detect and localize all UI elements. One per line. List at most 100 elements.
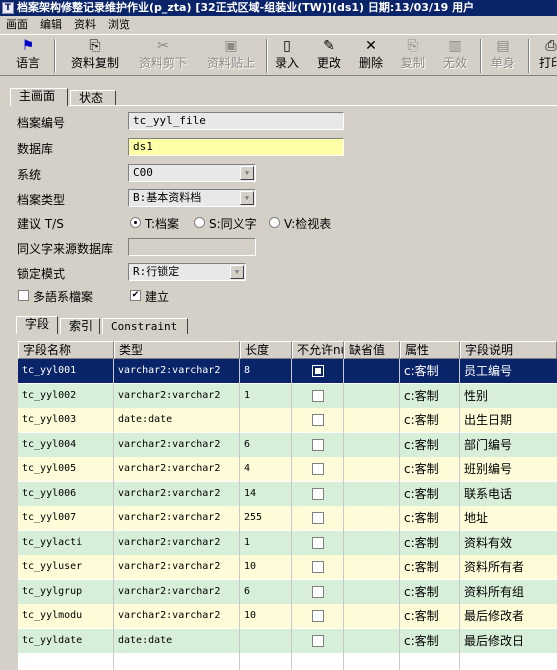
copy-data-button[interactable]: ⎘ 资料复制 (62, 37, 128, 75)
establish-checkbox[interactable]: ✔ (130, 290, 141, 301)
not-null-checkbox[interactable] (312, 536, 324, 549)
radio-synonym[interactable] (194, 217, 205, 228)
cell-description: 员工编号 (464, 364, 513, 378)
cell-type: varchar2:varchar2 (118, 438, 221, 450)
detail-icon: ▤ (496, 38, 510, 54)
menu-browse[interactable]: 浏览 (102, 16, 136, 33)
modify-button[interactable]: ✎ 更改 (312, 37, 346, 75)
radio-view-label: V:检视表 (284, 217, 332, 231)
copy-icon: ⎘ (407, 38, 419, 54)
toolbar-separator (54, 39, 56, 73)
system-label: 系统 (17, 168, 42, 182)
chevron-down-icon[interactable]: ▼ (240, 191, 254, 205)
cell-field-name: tc_yyl004 (22, 438, 77, 450)
not-null-checkbox[interactable] (312, 610, 324, 622)
table-row[interactable]: tc_yyl003 date:date c:客制 出生日期 (18, 408, 557, 432)
paste-data-button[interactable]: ▣ 资料贴上 (198, 37, 264, 75)
cell-attribute: c:客制 (404, 437, 439, 452)
grid-column-divider (343, 359, 344, 670)
radio-view[interactable] (269, 217, 280, 228)
cell-type: varchar2:varchar2 (118, 512, 221, 523)
cut-data-button[interactable]: ✂ 资料剪下 (130, 37, 196, 75)
menu-screen[interactable]: 画面 (0, 16, 34, 33)
file-no-field[interactable]: tc_yyl_file (128, 112, 344, 130)
tab-constraint[interactable]: Constraint (102, 318, 188, 334)
column-header-field-name[interactable]: 字段名称 (18, 341, 114, 359)
column-header-length[interactable]: 长度 (240, 341, 292, 359)
table-row[interactable]: tc_yylacti varchar2:varchar2 1 c:客制 资料有效 (18, 530, 557, 555)
flag-icon: ⚑ (21, 38, 35, 54)
print-button[interactable]: ⎙ 打印 (534, 37, 557, 75)
column-header-attribute[interactable]: 属性 (400, 341, 460, 359)
radio-table-label: T:档案 (145, 217, 180, 231)
table-row[interactable]: tc_yyl002 varchar2:varchar2 1 c:客制 性别 (18, 383, 557, 408)
table-row[interactable]: tc_yyl006 varchar2:varchar2 14 c:客制 联系电话 (18, 481, 557, 506)
delete-button[interactable]: ✕ 删除 (354, 37, 388, 75)
chevron-down-icon[interactable]: ▼ (240, 166, 254, 180)
invalidate-button[interactable]: ▥ 无效 (438, 37, 472, 75)
synonym-db-label: 同义字来源数据库 (17, 242, 114, 256)
not-null-checkbox[interactable] (312, 561, 324, 573)
cell-length: 4 (244, 463, 251, 474)
tab-index[interactable]: 索引 (60, 318, 100, 334)
tab-status[interactable]: 状态 (70, 90, 116, 106)
not-null-checkbox[interactable] (312, 414, 324, 426)
cell-attribute: c:客制 (404, 462, 439, 476)
cell-attribute: c:客制 (404, 388, 439, 403)
table-row[interactable]: tc_yyl007 varchar2:varchar2 255 c:客制 地址 (18, 506, 557, 530)
not-null-checkbox[interactable] (312, 487, 324, 500)
cell-field-name: tc_yyl007 (22, 512, 77, 523)
tab-main-screen[interactable]: 主画面 (10, 88, 68, 106)
not-null-checkbox[interactable] (312, 585, 324, 598)
not-null-checkbox[interactable] (312, 463, 324, 475)
menu-edit[interactable]: 编辑 (34, 16, 68, 33)
table-row[interactable]: tc_yyl001 varchar2:varchar2 8 c:客制 员工编号 (18, 359, 557, 383)
insert-button[interactable]: ▯ 录入 (270, 37, 304, 75)
cell-attribute: c:客制 (404, 560, 439, 574)
table-row[interactable]: tc_yyl005 varchar2:varchar2 4 c:客制 班别编号 (18, 457, 557, 481)
column-header-type[interactable]: 类型 (114, 341, 240, 359)
cell-field-name: tc_yyluser (22, 561, 83, 572)
cell-field-name: tc_yyl003 (22, 414, 77, 425)
lock-mode-combo[interactable]: R:行锁定 ▼ (128, 263, 246, 281)
synonym-db-field[interactable] (128, 238, 256, 256)
menu-data[interactable]: 资料 (68, 16, 102, 33)
cell-field-name: tc_yyldate (22, 634, 83, 646)
cell-description: 最后修改日 (464, 633, 525, 648)
table-row[interactable]: tc_yyluser varchar2:varchar2 10 c:客制 资料所有者 (18, 555, 557, 579)
table-row[interactable]: tc_yylmodu varchar2:varchar2 10 c:客制 最后修改者 (18, 604, 557, 628)
not-null-checkbox[interactable] (312, 512, 324, 524)
cell-attribute: c:客制 (404, 584, 439, 599)
duplicate-button[interactable]: ⎘ 复制 (396, 37, 430, 75)
table-row[interactable]: tc_yyl004 varchar2:varchar2 6 c:客制 部门编号 (18, 432, 557, 457)
radio-table[interactable] (130, 217, 141, 228)
grid-column-divider (291, 359, 292, 670)
toolbar-separator (480, 39, 482, 73)
system-combo[interactable]: C00 ▼ (128, 164, 256, 182)
chevron-down-icon[interactable]: ▼ (230, 265, 244, 279)
database-field[interactable]: ds1 (128, 138, 344, 156)
detail-button[interactable]: ▤ 单身 (486, 37, 520, 75)
cell-description: 资料所有者 (464, 560, 525, 574)
not-null-checkbox[interactable] (312, 634, 324, 647)
grid-column-divider (399, 359, 400, 670)
cell-type: varchar2:varchar2 (118, 585, 221, 597)
table-row[interactable]: tc_yyldate date:date c:客制 最后修改日 (18, 628, 557, 653)
file-type-combo[interactable]: B:基本资料档 ▼ (128, 189, 256, 207)
cell-attribute: c:客制 (404, 413, 439, 427)
tab-fields[interactable]: 字段 (16, 316, 58, 334)
cell-type: date:date (118, 634, 173, 646)
cell-length: 10 (244, 561, 257, 572)
column-header-not-null[interactable]: 不允许nu (292, 341, 344, 359)
lock-mode-label: 锁定模式 (17, 267, 66, 281)
not-null-checkbox[interactable] (312, 365, 324, 377)
not-null-checkbox[interactable] (312, 438, 324, 451)
app-icon (2, 2, 14, 14)
table-row[interactable]: tc_yylgrup varchar2:varchar2 6 c:客制 资料所有组 (18, 579, 557, 604)
column-header-description[interactable]: 字段说明 (460, 341, 557, 359)
multi-lang-checkbox[interactable] (18, 290, 29, 301)
language-button[interactable]: ⚑ 语言 (6, 37, 50, 75)
cell-length: 255 (244, 512, 263, 523)
not-null-checkbox[interactable] (312, 389, 324, 402)
column-header-default[interactable]: 缺省值 (344, 341, 400, 359)
